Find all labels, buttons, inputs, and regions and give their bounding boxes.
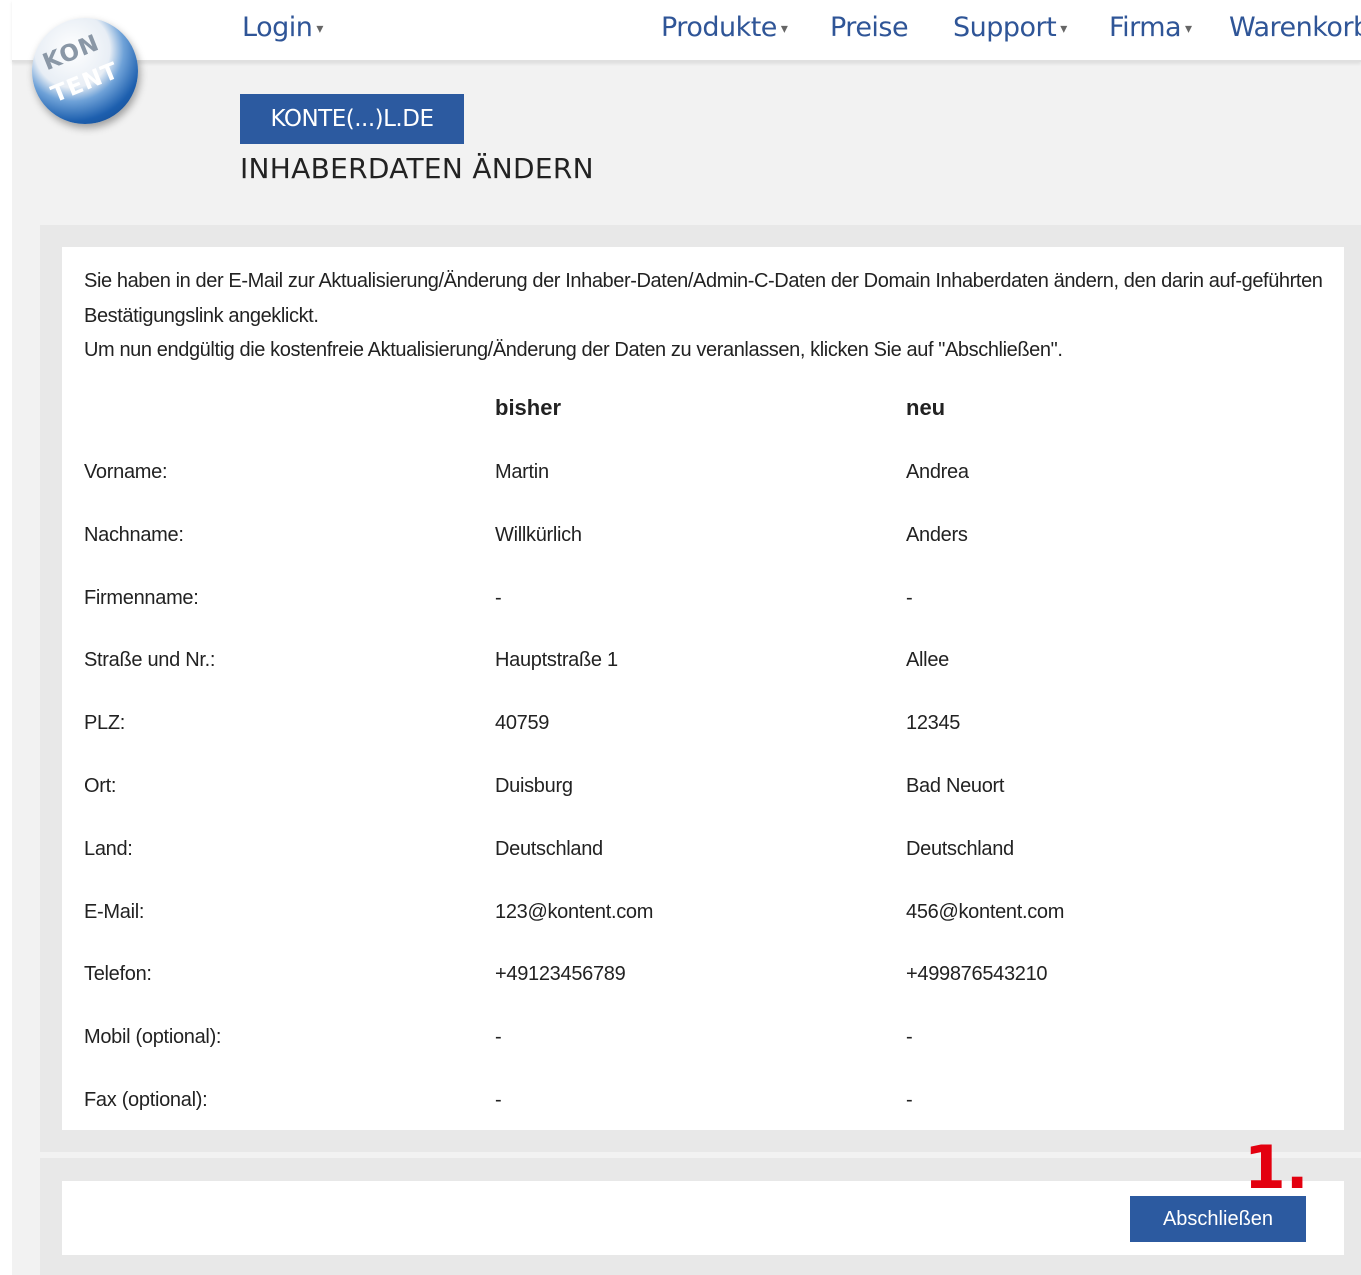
chevron-down-icon: ▾ [1060,20,1067,37]
nav-warenkorb-label: Warenkorb [1229,12,1361,43]
row-label: Ort: [84,775,117,797]
row-value-old: +49123456789 [495,963,626,985]
row-value-new: +499876543210 [906,963,1048,985]
nav-produkte[interactable]: Produkte ▾ [661,12,788,43]
row-value-new: - [906,1089,913,1111]
column-header-new: neu [906,395,946,420]
row-label: Fax (optional): [84,1089,208,1111]
nav-preise[interactable]: Preise [830,12,909,43]
nav-firma[interactable]: Firma ▾ [1109,12,1192,43]
kontent-logo[interactable]: KON TENT [32,18,138,124]
nav-support-label: Support [953,12,1057,43]
row-value-old: - [495,1026,502,1048]
page-title: INHABERDATEN ÄNDERN [240,152,594,185]
row-value-old: Hauptstraße 1 [495,649,618,671]
row-value-old: Willkürlich [495,524,582,546]
row-value-old: - [495,587,502,609]
row-value-new: Bad Neuort [906,775,1005,797]
nav-produkte-label: Produkte [661,12,777,43]
intro-paragraph-2: Um nun endgültig die kostenfreie Aktuali… [84,339,1063,361]
row-label: Telefon: [84,963,152,985]
submit-button[interactable]: Abschließen [1130,1196,1306,1242]
row-value-old: Deutschland [495,838,603,860]
row-value-new: Deutschland [906,838,1014,860]
chevron-down-icon: ▾ [316,20,323,37]
domain-badge: KONTE(...)L.DE [240,94,464,144]
row-value-new: - [906,587,913,609]
nav-login[interactable]: Login ▾ [242,12,323,43]
nav-support[interactable]: Support ▾ [953,12,1067,43]
row-value-old: Duisburg [495,775,573,797]
intro-paragraph-1: Sie haben in der E-Mail zur Aktualisieru… [84,270,1323,327]
row-label: Straße und Nr.: [84,649,216,671]
step-marker: 1. [1244,1133,1309,1203]
row-value-new: Allee [906,649,949,671]
row-label: Land: [84,838,133,860]
row-value-new: 12345 [906,712,961,734]
row-value-old: Martin [495,461,549,483]
nav-login-label: Login [242,12,313,43]
row-label: PLZ: [84,712,126,734]
row-value-new: Anders [906,524,968,546]
column-header-old: bisher [495,395,562,420]
data-card [62,247,1344,1130]
row-value-new: - [906,1026,913,1048]
nav-firma-label: Firma [1109,12,1182,43]
row-label: Mobil (optional): [84,1026,222,1048]
row-label: Firmenname: [84,587,199,609]
row-value-new: Andrea [906,461,969,483]
row-value-old: 123@kontent.com [495,901,654,923]
chevron-down-icon: ▾ [780,20,788,37]
nav-preise-label: Preise [830,12,909,43]
row-value-old: 40759 [495,712,550,734]
row-label: Vorname: [84,461,168,483]
row-value-new: 456@kontent.com [906,901,1065,923]
intro-text: Sie haben in der E-Mail zur Aktualisieru… [84,264,1324,368]
row-label: Nachname: [84,524,184,546]
chevron-down-icon: ▾ [1185,20,1192,37]
row-value-old: - [495,1089,502,1111]
nav-warenkorb[interactable]: Warenkorb [1229,12,1361,43]
row-label: E-Mail: [84,901,145,923]
